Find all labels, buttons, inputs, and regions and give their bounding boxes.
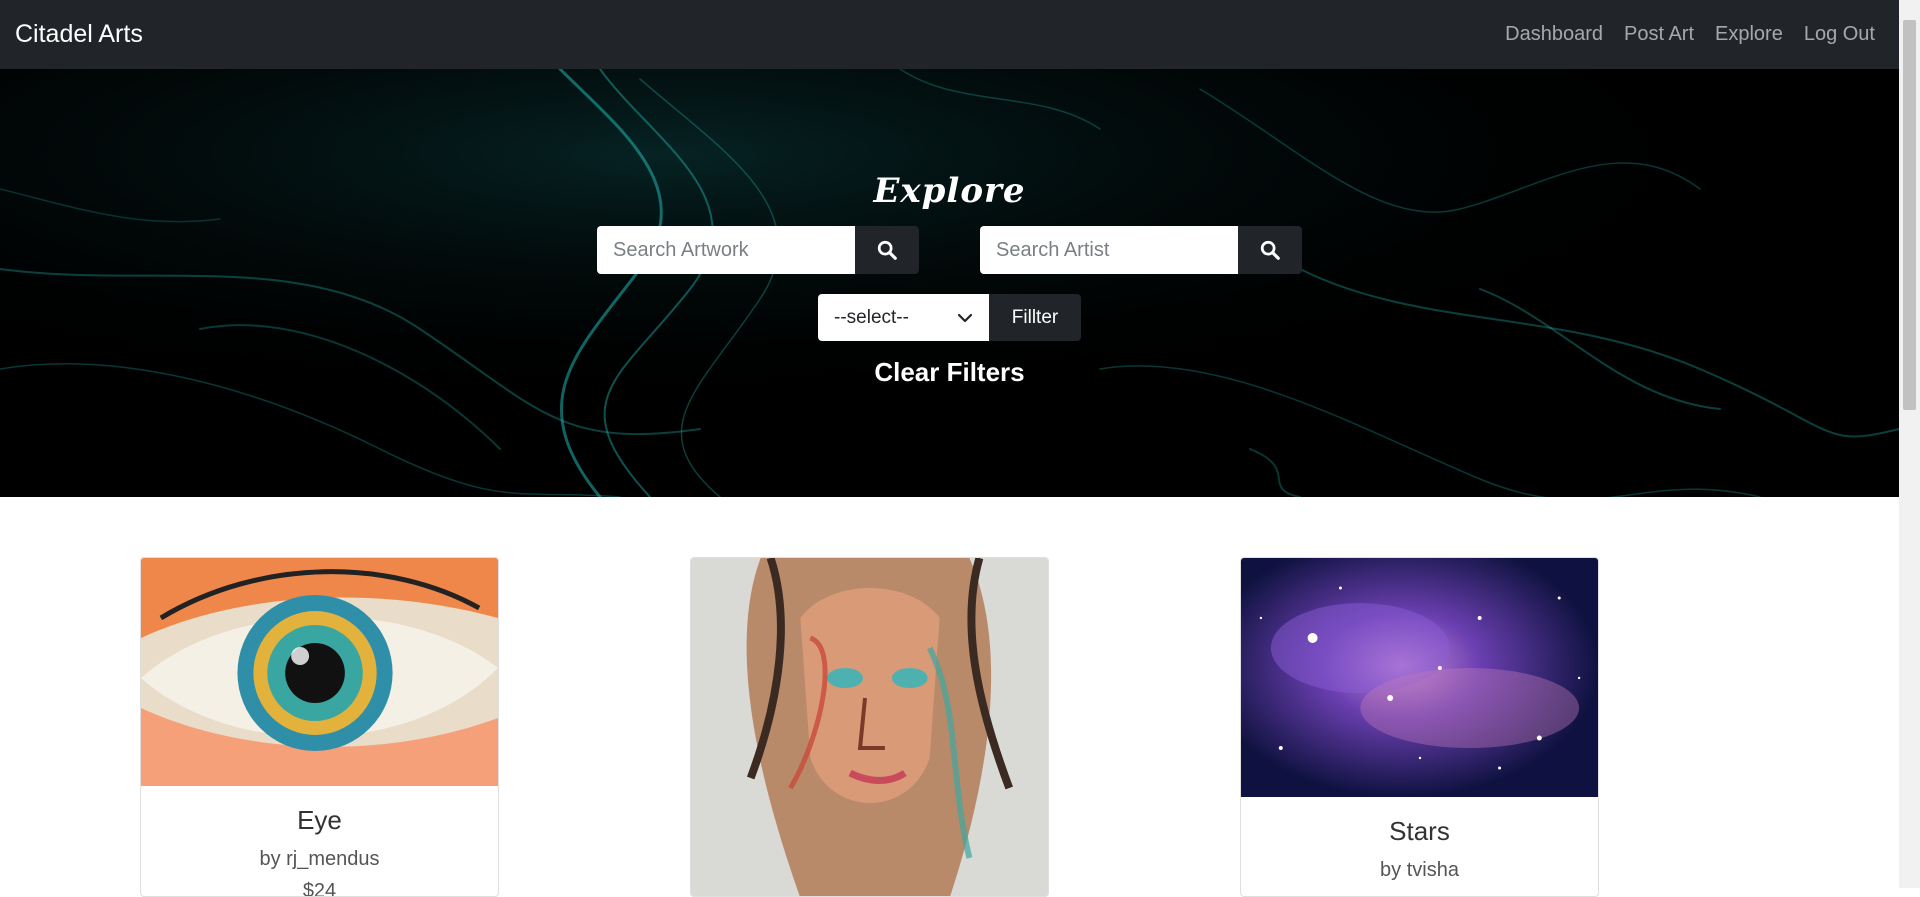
brand-logo[interactable]: Citadel Arts [15,20,143,49]
scrollbar-thumb[interactable] [1903,20,1916,410]
filter-group: --select-- Fillter [818,294,1081,341]
nav-links: Dashboard Post Art Explore Log Out [1505,23,1875,46]
select-value: --select-- [834,306,909,328]
artwork-image-stars [1241,558,1598,797]
artwork-artist: by tvisha [1380,859,1459,881]
search-artist-group [980,226,1302,274]
hero-banner: Explore --select-- Fillter Clear Filter [0,69,1899,497]
search-artwork-button[interactable] [855,226,919,274]
nav-link-dashboard[interactable]: Dashboard [1505,23,1603,46]
filter-button[interactable]: Fillter [989,294,1081,341]
artwork-title: Eye [297,805,342,835]
hero-background-image [0,69,1899,497]
artwork-price: $24 [302,880,337,897]
chevron-down-icon [957,313,973,322]
artwork-card[interactable]: Stars by tvisha [1240,557,1599,897]
search-icon [1260,240,1280,260]
artwork-title: Stars [1389,816,1450,846]
nav-link-log-out[interactable]: Log Out [1804,23,1875,46]
search-artwork-input[interactable] [597,226,855,274]
artwork-card[interactable] [690,557,1049,897]
search-artist-button[interactable] [1238,226,1302,274]
search-artwork-group [597,226,919,274]
category-select[interactable]: --select-- [818,294,989,341]
nav-link-explore[interactable]: Explore [1715,23,1783,46]
navbar: Citadel Arts Dashboard Post Art Explore … [0,0,1899,69]
search-icon [877,240,897,260]
page-scrollbar[interactable] [1899,0,1920,888]
artwork-image-eye [141,558,498,786]
explore-title: Explore [873,171,1026,211]
artwork-card[interactable]: Eye by rj_mendus $24 [140,557,499,897]
nav-link-post-art[interactable]: Post Art [1624,23,1694,46]
artwork-image-portrait [691,558,1048,896]
clear-filters-link[interactable]: Clear Filters [0,357,1899,388]
artwork-artist: by rj_mendus [259,848,380,870]
search-artist-input[interactable] [980,226,1238,274]
